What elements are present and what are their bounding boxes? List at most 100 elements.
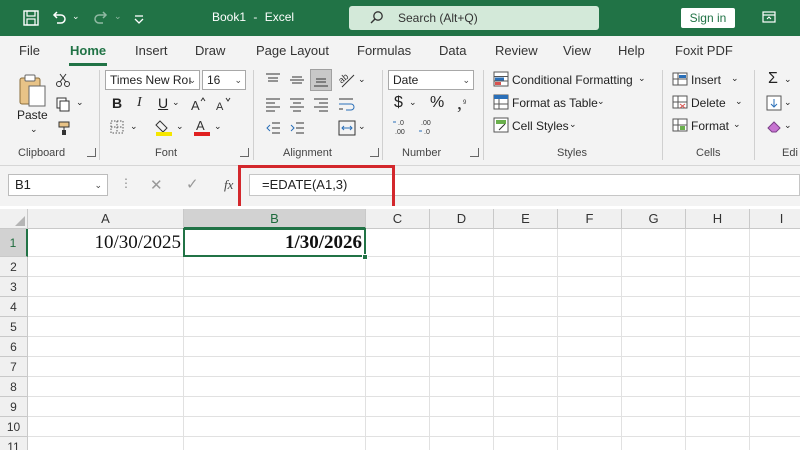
decrease-font-size-icon[interactable]: A <box>215 96 231 115</box>
row-header-8[interactable]: 8 <box>0 377 28 397</box>
underline-icon[interactable]: U <box>158 95 168 111</box>
delete-cells-dropdown-icon[interactable]: ⌄ <box>735 96 743 107</box>
merge-dropdown-icon[interactable]: ⌄ <box>358 121 366 132</box>
formula-input[interactable]: =EDATE(A1,3) <box>249 174 800 196</box>
underline-dropdown-icon[interactable]: ⌄ <box>172 97 180 108</box>
format-as-table-icon[interactable] <box>493 94 509 113</box>
clear-icon[interactable] <box>766 118 782 137</box>
tab-data[interactable]: Data <box>439 43 466 58</box>
increase-decimal-icon[interactable]: .0.00 <box>392 117 412 140</box>
cell-styles-icon[interactable] <box>493 117 509 136</box>
tab-help[interactable]: Help <box>618 43 645 58</box>
italic-icon[interactable]: I <box>137 95 142 111</box>
format-cells-icon[interactable] <box>672 117 688 136</box>
column-header-a[interactable]: A <box>28 209 184 229</box>
name-box-dropdown-icon[interactable]: ⌄ <box>94 175 102 195</box>
fill-dropdown-icon[interactable]: ⌄ <box>784 97 792 108</box>
autosum-icon[interactable]: Σ <box>768 70 778 88</box>
column-header-b[interactable]: B <box>184 209 366 229</box>
delete-cells-label[interactable]: Delete <box>691 96 726 110</box>
enter-icon[interactable]: ✓ <box>186 175 199 193</box>
name-box[interactable]: B1 ⌄ <box>8 174 108 196</box>
cell-b1[interactable]: 1/30/2026 <box>185 229 362 257</box>
insert-cells-label[interactable]: Insert <box>691 73 721 87</box>
clear-dropdown-icon[interactable]: ⌄ <box>784 120 792 131</box>
conditional-formatting-label[interactable]: Conditional Formatting <box>512 73 633 87</box>
row-header-4[interactable]: 4 <box>0 297 28 317</box>
increase-font-size-icon[interactable]: A <box>190 96 206 115</box>
orientation-dropdown-icon[interactable]: ⌄ <box>358 74 366 85</box>
tab-page-layout[interactable]: Page Layout <box>256 43 329 58</box>
currency-dropdown-icon[interactable]: ⌄ <box>409 97 417 108</box>
row-header-7[interactable]: 7 <box>0 357 28 377</box>
customize-toolbar-icon[interactable] <box>132 9 150 27</box>
font-name-select[interactable]: Times New Roı ⌄ <box>105 70 200 90</box>
tab-file[interactable]: File <box>19 43 40 58</box>
redo-icon[interactable] <box>92 9 110 27</box>
paste-label[interactable]: Paste <box>17 108 48 122</box>
column-header-f[interactable]: F <box>558 209 622 229</box>
select-all-corner[interactable] <box>0 209 28 229</box>
tab-foxit-pdf[interactable]: Foxit PDF <box>675 43 733 58</box>
undo-icon[interactable] <box>50 9 68 27</box>
save-icon[interactable] <box>22 9 40 27</box>
insert-function-icon[interactable]: fx <box>224 177 233 193</box>
bold-icon[interactable]: B <box>112 95 122 111</box>
currency-format-icon[interactable]: $ <box>394 94 403 112</box>
align-top-icon[interactable] <box>265 72 281 91</box>
column-header-h[interactable]: H <box>686 209 750 229</box>
cancel-icon[interactable]: ✕ <box>150 176 163 194</box>
increase-indent-icon[interactable] <box>289 120 305 139</box>
worksheet-grid[interactable]: A B C D E F G H I 1 2 3 4 5 6 7 8 9 10 1… <box>0 206 800 450</box>
sign-in-button[interactable]: Sign in <box>681 8 735 28</box>
column-header-e[interactable]: E <box>494 209 558 229</box>
column-header-d[interactable]: D <box>430 209 494 229</box>
row-header-2[interactable]: 2 <box>0 257 28 277</box>
tab-formulas[interactable]: Formulas <box>357 43 411 58</box>
number-format-select[interactable]: Date ⌄ <box>388 70 474 90</box>
conditional-formatting-dropdown-icon[interactable]: ⌄ <box>638 73 646 84</box>
align-bottom-icon[interactable] <box>310 69 332 91</box>
copy-icon[interactable] <box>55 96 71 115</box>
fill-color-icon[interactable] <box>155 118 173 139</box>
decrease-indent-icon[interactable] <box>265 120 281 139</box>
align-right-icon[interactable] <box>313 96 329 115</box>
format-as-table-label[interactable]: Format as Table <box>512 96 598 110</box>
merge-center-icon[interactable] <box>338 119 356 140</box>
borders-icon[interactable] <box>109 119 125 138</box>
format-cells-dropdown-icon[interactable]: ⌄ <box>733 119 741 130</box>
tab-insert[interactable]: Insert <box>135 43 168 58</box>
redo-dropdown-icon[interactable]: ⌄ <box>114 11 132 29</box>
tab-view[interactable]: View <box>563 43 591 58</box>
number-launcher-icon[interactable] <box>470 148 479 157</box>
font-color-dropdown-icon[interactable]: ⌄ <box>214 121 222 132</box>
insert-cells-dropdown-icon[interactable]: ⌄ <box>731 73 739 84</box>
row-header-6[interactable]: 6 <box>0 337 28 357</box>
formula-bar-resize-handle[interactable]: ⋮ <box>120 176 132 190</box>
insert-cells-icon[interactable] <box>672 71 688 90</box>
font-size-select[interactable]: 16 ⌄ <box>202 70 246 90</box>
paste-icon[interactable] <box>16 72 48 111</box>
tab-home[interactable]: Home <box>70 43 106 58</box>
fill-icon[interactable] <box>766 95 782 114</box>
borders-dropdown-icon[interactable]: ⌄ <box>130 121 138 132</box>
format-as-table-dropdown-icon[interactable]: ⌄ <box>597 96 605 107</box>
cell-a1[interactable]: 10/30/2025 <box>28 229 181 257</box>
alignment-launcher-icon[interactable] <box>370 148 379 157</box>
row-header-1[interactable]: 1 <box>0 229 28 257</box>
copy-dropdown-icon[interactable]: ⌄ <box>76 97 84 108</box>
tab-draw[interactable]: Draw <box>195 43 225 58</box>
comma-style-icon[interactable]: ,9 <box>456 92 472 115</box>
decrease-decimal-icon[interactable]: .00.0 <box>418 117 438 140</box>
font-color-icon[interactable]: A <box>193 118 211 139</box>
orientation-icon[interactable]: ab <box>336 70 358 93</box>
column-header-i[interactable]: I <box>750 209 800 229</box>
fill-handle[interactable] <box>362 254 368 260</box>
format-painter-icon[interactable] <box>55 120 71 139</box>
column-header-c[interactable]: C <box>366 209 430 229</box>
cell-styles-dropdown-icon[interactable]: ⌄ <box>569 119 577 130</box>
percent-style-icon[interactable]: % <box>430 94 444 112</box>
ribbon-display-options-icon[interactable] <box>761 9 779 27</box>
wrap-text-icon[interactable] <box>338 96 356 115</box>
align-middle-icon[interactable] <box>289 72 305 91</box>
